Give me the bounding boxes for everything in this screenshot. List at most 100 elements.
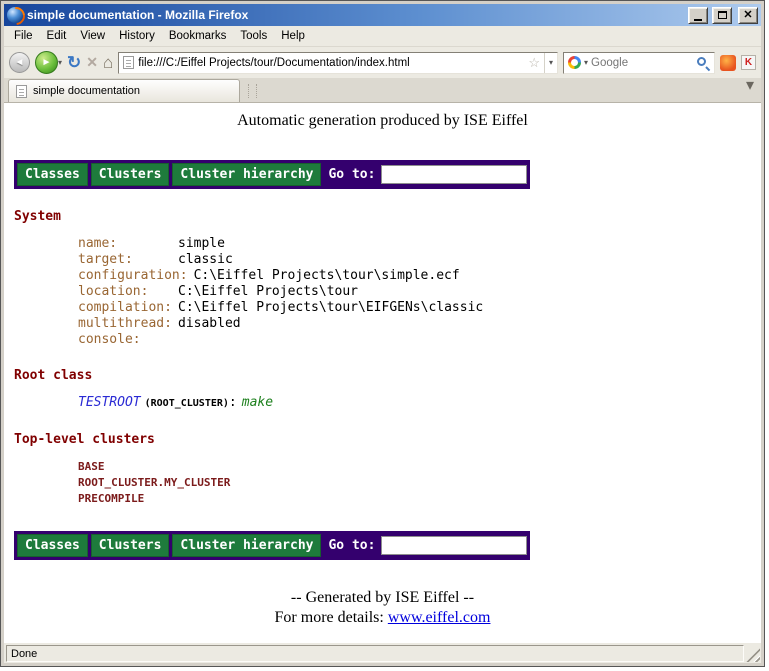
system-heading: System — [14, 209, 761, 224]
page-content: Automatic generation produced by ISE Eif… — [4, 103, 761, 643]
title-bar: simple documentation - Mozilla Firefox ✕ — [4, 4, 761, 26]
google-logo-icon — [568, 56, 581, 69]
doc-navbar-bottom: Classes Clusters Cluster hierarchy Go to… — [14, 531, 530, 560]
close-button[interactable]: ✕ — [738, 7, 758, 24]
url-bar: ☆ ▾ — [118, 52, 558, 74]
browser-chrome: File Edit View History Bookmarks Tools H… — [4, 26, 761, 103]
magnifier-handle — [705, 66, 710, 71]
property-value: simple — [178, 236, 225, 251]
classes-button-bottom[interactable]: Classes — [17, 534, 88, 557]
forward-button[interactable]: ► — [35, 51, 58, 74]
root-class-link[interactable]: TESTROOT — [78, 395, 141, 410]
search-magnifier-icon[interactable] — [696, 56, 710, 70]
extension-icon-2[interactable]: K — [741, 55, 756, 70]
goto-label: Go to: — [324, 167, 381, 182]
tab-favicon — [16, 85, 27, 98]
list-all-tabs-button[interactable]: ▾ — [746, 75, 757, 95]
menu-file[interactable]: File — [7, 27, 40, 45]
url-history-dropdown[interactable]: ▾ — [544, 53, 557, 73]
goto-label-bottom: Go to: — [324, 538, 381, 553]
tab-strip-grip — [248, 84, 257, 98]
property-value: classic — [178, 252, 233, 267]
menu-view[interactable]: View — [73, 27, 112, 45]
cluster-link-root-cluster[interactable]: ROOT_CLUSTER.MY_CLUSTER — [78, 475, 761, 491]
cluster-link-base[interactable]: BASE — [78, 459, 761, 475]
system-properties: name: simple target: classic configuration… — [78, 236, 761, 348]
goto-input-bottom[interactable] — [381, 536, 527, 555]
property-value: disabled — [178, 316, 241, 331]
goto-input[interactable] — [381, 165, 527, 184]
reload-button[interactable]: ↻ — [67, 54, 81, 71]
system-row: name: simple — [78, 236, 761, 252]
tab-simple-documentation[interactable]: simple documentation — [8, 79, 240, 102]
top-level-clusters-heading: Top-level clusters — [14, 432, 761, 447]
menu-history[interactable]: History — [112, 27, 162, 45]
property-value: C:\Eiffel Projects\tour — [178, 284, 358, 299]
minimize-icon — [694, 19, 702, 21]
details-line: For more details: www.eiffel.com — [4, 608, 761, 628]
menu-edit[interactable]: Edit — [40, 27, 74, 45]
root-class-heading: Root class — [14, 368, 761, 383]
system-row: multithread: disabled — [78, 316, 761, 332]
menu-bookmarks[interactable]: Bookmarks — [162, 27, 234, 45]
system-row: console: — [78, 332, 761, 348]
cluster-list: BASE ROOT_CLUSTER.MY_CLUSTER PRECOMPILE — [78, 459, 761, 507]
page-title: Automatic generation produced by ISE Eif… — [4, 112, 761, 130]
system-row: target: classic — [78, 252, 761, 268]
clusters-button-bottom[interactable]: Clusters — [91, 534, 170, 557]
menu-help[interactable]: Help — [274, 27, 312, 45]
navigation-toolbar: ◄ ► ▾ ↻ ✕ ⌂ ☆ ▾ ▾ K — [4, 47, 761, 78]
search-engine-dropdown[interactable]: ▾ — [584, 58, 588, 67]
property-label: name: — [78, 236, 172, 252]
forward-group: ► ▾ — [35, 51, 62, 74]
google-logo-center — [571, 59, 578, 66]
details-label: For more details: — [275, 609, 384, 626]
stop-button[interactable]: ✕ — [86, 54, 98, 71]
root-class-line: TESTROOT (ROOT_CLUSTER): make — [78, 395, 761, 412]
firefox-icon — [7, 7, 23, 23]
url-input[interactable] — [138, 57, 524, 69]
window-title: simple documentation - Mozilla Firefox — [27, 8, 684, 22]
root-cluster-ref[interactable]: (ROOT_CLUSTER) — [145, 398, 229, 409]
magnifier-lens — [697, 57, 706, 66]
search-box: ▾ — [563, 52, 715, 74]
cluster-hierarchy-button[interactable]: Cluster hierarchy — [172, 163, 321, 186]
classes-button[interactable]: Classes — [17, 163, 88, 186]
maximize-icon — [718, 11, 727, 19]
search-input[interactable] — [591, 57, 693, 69]
status-bar: Done — [4, 643, 761, 663]
property-label: target: — [78, 252, 172, 268]
tab-label: simple documentation — [33, 85, 140, 97]
home-button[interactable]: ⌂ — [103, 54, 113, 71]
property-label: multithread: — [78, 316, 172, 332]
page-footer: -- Generated by ISE Eiffel -- For more d… — [4, 588, 761, 628]
menu-bar: File Edit View History Bookmarks Tools H… — [4, 26, 761, 47]
back-button[interactable]: ◄ — [9, 52, 30, 73]
eiffel-website-link[interactable]: www.eiffel.com — [388, 609, 491, 626]
creation-feature-link[interactable]: make — [242, 395, 273, 410]
property-label: configuration: — [78, 268, 188, 284]
system-row: location: C:\Eiffel Projects\tour — [78, 284, 761, 300]
cluster-link-precompile[interactable]: PRECOMPILE — [78, 491, 761, 507]
doc-navbar-top: Classes Clusters Cluster hierarchy Go to… — [14, 160, 530, 189]
maximize-button[interactable] — [712, 7, 732, 24]
cluster-hierarchy-button-bottom[interactable]: Cluster hierarchy — [172, 534, 321, 557]
property-label: compilation: — [78, 300, 172, 316]
tab-bar: simple documentation ▾ — [4, 78, 761, 103]
property-label: location: — [78, 284, 172, 300]
menu-tools[interactable]: Tools — [233, 27, 274, 45]
firefox-window: simple documentation - Mozilla Firefox ✕… — [0, 0, 765, 667]
minimize-button[interactable] — [688, 7, 708, 24]
history-dropdown-icon[interactable]: ▾ — [58, 58, 62, 67]
resize-grip[interactable] — [746, 648, 760, 662]
system-row: configuration: C:\Eiffel Projects\tour\si… — [78, 268, 761, 284]
property-value: C:\Eiffel Projects\tour\EIFGENs\classic — [178, 300, 483, 315]
property-value: C:\Eiffel Projects\tour\simple.ecf — [194, 268, 460, 283]
colon-separator: : — [229, 395, 237, 410]
system-row: compilation: C:\Eiffel Projects\tour\EIFG… — [78, 300, 761, 316]
extension-icon-1[interactable] — [720, 55, 736, 71]
page-favicon — [123, 56, 134, 69]
property-label: console: — [78, 332, 172, 348]
clusters-button[interactable]: Clusters — [91, 163, 170, 186]
bookmark-star-icon[interactable]: ☆ — [528, 56, 540, 69]
